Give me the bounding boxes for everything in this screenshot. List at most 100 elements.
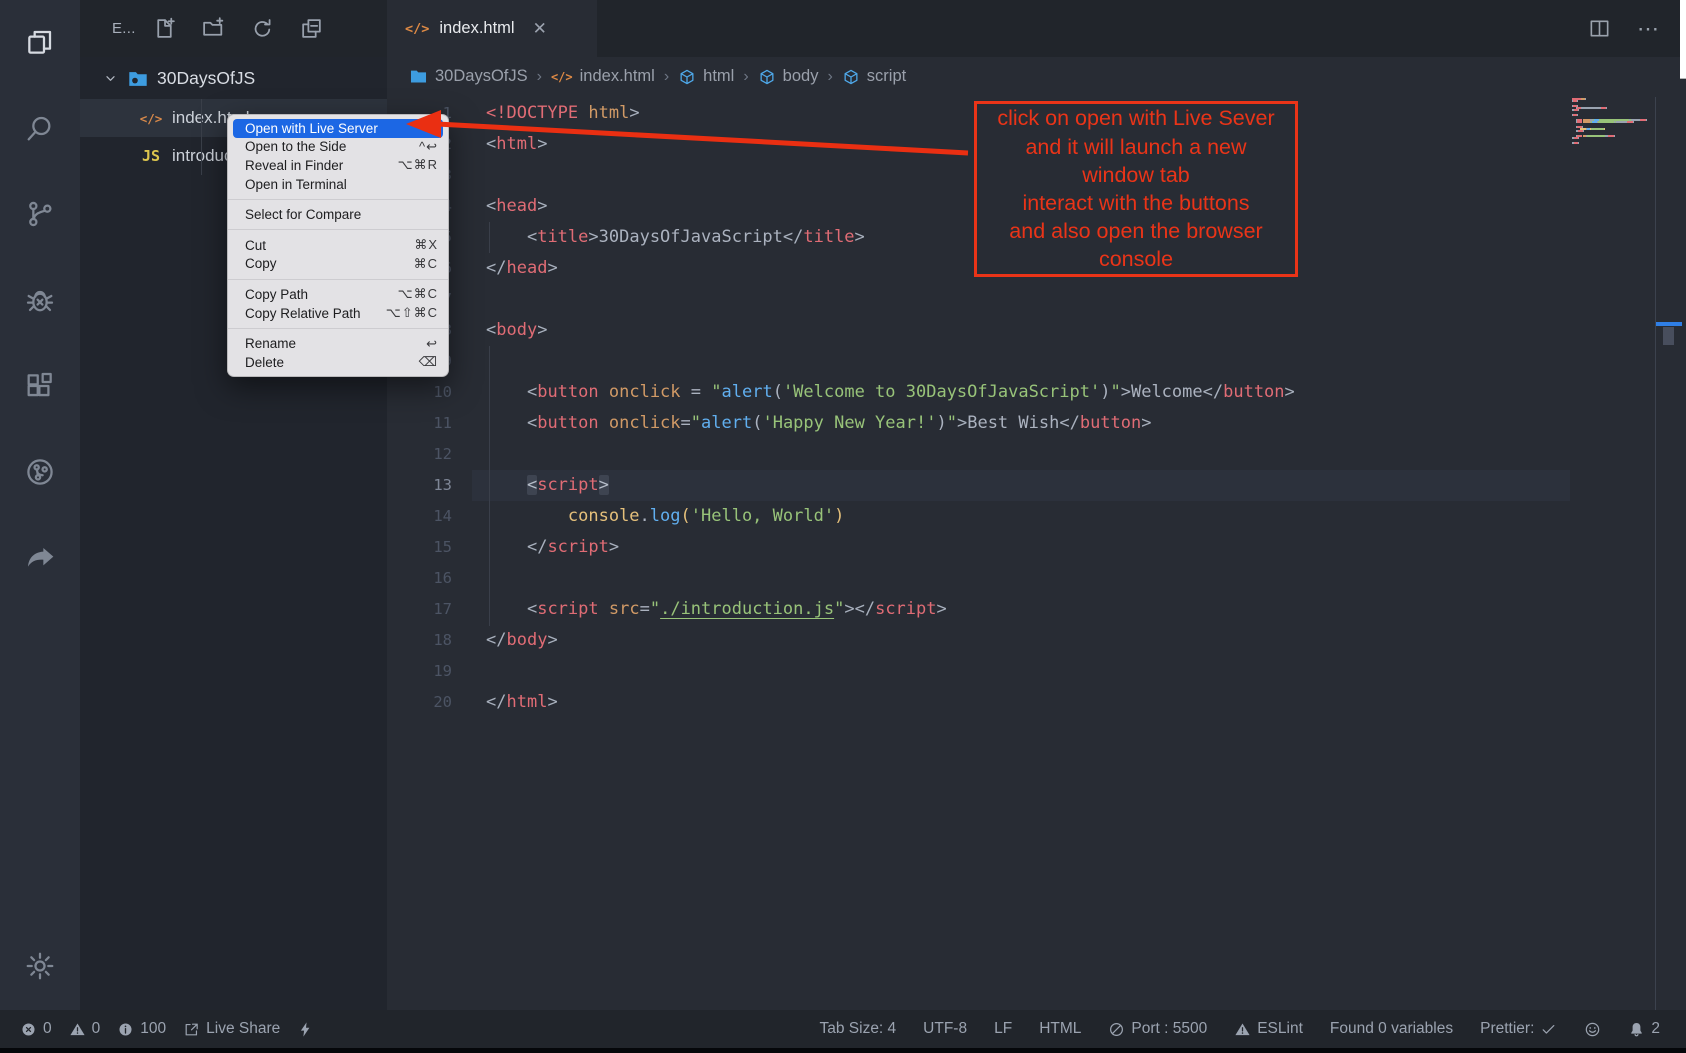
status-item-label: LF — [994, 1020, 1012, 1038]
status-item-prettier[interactable]: Prettier: — [1480, 1020, 1557, 1038]
status-item-eslint[interactable]: ESLint — [1234, 1020, 1303, 1038]
status-item-port-5500[interactable]: Port : 5500 — [1108, 1020, 1207, 1038]
menu-item-rename[interactable]: Rename↩ — [228, 334, 448, 353]
breadcrumb-item-script[interactable]: script — [842, 67, 906, 86]
annotation-line: window tab — [977, 161, 1295, 189]
menu-item-shortcut: ↩ — [426, 336, 438, 352]
code-line[interactable]: 19 — [387, 656, 1686, 687]
status-item-label: UTF-8 — [923, 1020, 967, 1038]
menu-item-shortcut: ⌥⌘R — [398, 157, 438, 173]
extensions-icon[interactable] — [24, 370, 56, 402]
menu-item-copy-relative-path[interactable]: Copy Relative Path⌥⇧⌘C — [228, 304, 448, 323]
code-line[interactable]: 10 <button onclick = "alert('Welcome to … — [387, 376, 1686, 407]
line-number: 18 — [387, 631, 452, 649]
menu-item-shortcut: ⌥⇧⌘C — [386, 305, 438, 321]
breadcrumb: 30DaysOfJS›</>index.html›html›body›scrip… — [387, 57, 1686, 96]
code-line[interactable]: 9 — [387, 345, 1686, 376]
code-line[interactable]: 14 console.log('Hello, World') — [387, 501, 1686, 532]
breadcrumb-item-30daysofjs[interactable]: 30DaysOfJS — [409, 67, 528, 86]
status-item-smiley[interactable] — [1584, 1021, 1601, 1038]
menu-item-label: Copy Path — [245, 287, 308, 302]
breadcrumb-item-body[interactable]: body — [758, 67, 819, 86]
menu-item-label: Cut — [245, 238, 266, 253]
settings-gear-icon[interactable] — [24, 950, 56, 982]
code-line[interactable]: 12 — [387, 439, 1686, 470]
menu-item-shortcut: ⌥⌘C — [398, 286, 438, 302]
status-item-label: 100 — [140, 1020, 166, 1038]
status-item-html[interactable]: HTML — [1039, 1020, 1081, 1038]
line-number: 10 — [387, 383, 452, 401]
status-item-100[interactable]: 100 — [117, 1020, 166, 1038]
js-file-icon: JS — [136, 147, 166, 165]
minimap[interactable] — [1572, 98, 1650, 144]
symbol-cube-icon — [678, 68, 696, 86]
menu-item-open-with-live-server[interactable]: Open with Live Server — [233, 119, 443, 138]
menu-item-cut[interactable]: Cut ⌘X — [228, 236, 448, 255]
tab-bar: </> index.html ✕ ⋯ — [387, 0, 1686, 57]
status-item-live-share[interactable]: Live Share — [183, 1020, 280, 1038]
breadcrumb-item-html[interactable]: html — [678, 67, 734, 86]
new-file-icon[interactable] — [152, 16, 177, 41]
code-line[interactable]: 8<body> — [387, 314, 1686, 345]
status-item-0[interactable]: 0 — [69, 1020, 101, 1038]
breadcrumb-item-index-html[interactable]: </>index.html — [551, 67, 655, 86]
menu-item-open-to-the-side[interactable]: Open to the Side^↩ — [228, 138, 448, 157]
code-line[interactable]: 20</html> — [387, 687, 1686, 718]
menu-item-select-for-compare[interactable]: Select for Compare — [228, 205, 448, 224]
line-number: 13 — [387, 476, 452, 494]
menu-item-copy-path[interactable]: Copy Path ⌥⌘C — [228, 285, 448, 304]
symbol-cube-icon — [842, 68, 860, 86]
folder-row-30daysofjs[interactable]: 30DaysOfJS — [80, 60, 387, 97]
menu-item-label: Delete — [245, 355, 284, 370]
status-item-lf[interactable]: LF — [994, 1020, 1012, 1038]
share-icon[interactable] — [24, 542, 56, 574]
editor-scrollbar[interactable] — [1663, 327, 1674, 345]
menu-item-copy[interactable]: Copy⌘C — [228, 255, 448, 274]
menu-item-open-in-terminal[interactable]: Open in Terminal — [228, 175, 448, 194]
refresh-icon[interactable] — [250, 16, 275, 41]
menu-item-label: Select for Compare — [245, 207, 361, 222]
circle-branch-icon[interactable] — [24, 456, 56, 488]
status-item-label: Port : 5500 — [1131, 1020, 1207, 1038]
status-item-lightning[interactable] — [297, 1021, 314, 1038]
status-item-tab-size-4[interactable]: Tab Size: 4 — [819, 1020, 896, 1038]
explorer-icon[interactable] — [24, 26, 56, 58]
menu-item-shortcut: ⌘X — [414, 237, 438, 253]
menu-item-label: Reveal in Finder — [245, 158, 343, 173]
source-control-icon[interactable] — [24, 198, 56, 230]
breadcrumb-separator: › — [537, 68, 542, 86]
code-line[interactable]: 7 — [387, 283, 1686, 314]
menu-item-label: Open in Terminal — [245, 177, 347, 192]
overview-ruler-border — [1655, 97, 1656, 1010]
code-line[interactable]: 15 </script> — [387, 532, 1686, 563]
menu-item-delete[interactable]: Delete⌫ — [228, 353, 448, 372]
status-item-found-0-variables[interactable]: Found 0 variables — [1330, 1020, 1453, 1038]
collapse-all-icon[interactable] — [299, 16, 324, 41]
breadcrumb-label: index.html — [580, 67, 655, 86]
code-text: <script> — [452, 475, 609, 495]
code-text: </head> — [452, 258, 558, 278]
status-item-2[interactable]: 2 — [1628, 1020, 1660, 1038]
close-icon[interactable]: ✕ — [533, 19, 547, 39]
code-line[interactable]: 18</body> — [387, 625, 1686, 656]
code-line[interactable]: 16 — [387, 563, 1686, 594]
menu-separator — [228, 328, 448, 329]
tab-index-html[interactable]: </> index.html ✕ — [387, 0, 597, 57]
debug-icon[interactable] — [24, 284, 56, 316]
annotation-line: and it will launch a new — [977, 133, 1295, 161]
search-icon[interactable] — [24, 112, 56, 144]
menu-item-reveal-in-finder[interactable]: Reveal in Finder ⌥⌘R — [228, 156, 448, 175]
status-item-utf-8[interactable]: UTF-8 — [923, 1020, 967, 1038]
status-item-0[interactable]: 0 — [20, 1020, 52, 1038]
status-item-label: Live Share — [206, 1020, 280, 1038]
chevron-down-icon — [102, 70, 119, 87]
code-line[interactable]: 13 <script> — [387, 470, 1686, 501]
new-folder-icon[interactable] — [201, 16, 226, 41]
code-text: console.log('Hello, World') — [452, 506, 844, 526]
code-line[interactable]: 11 <button onclick="alert('Happy New Yea… — [387, 407, 1686, 438]
code-line[interactable]: 17 <script src="./introduction.js"></scr… — [387, 594, 1686, 625]
code-text: </html> — [452, 692, 558, 712]
split-editor-icon[interactable] — [1588, 17, 1611, 40]
more-actions-icon[interactable]: ⋯ — [1637, 24, 1660, 34]
status-item-label: Tab Size: 4 — [819, 1020, 896, 1038]
